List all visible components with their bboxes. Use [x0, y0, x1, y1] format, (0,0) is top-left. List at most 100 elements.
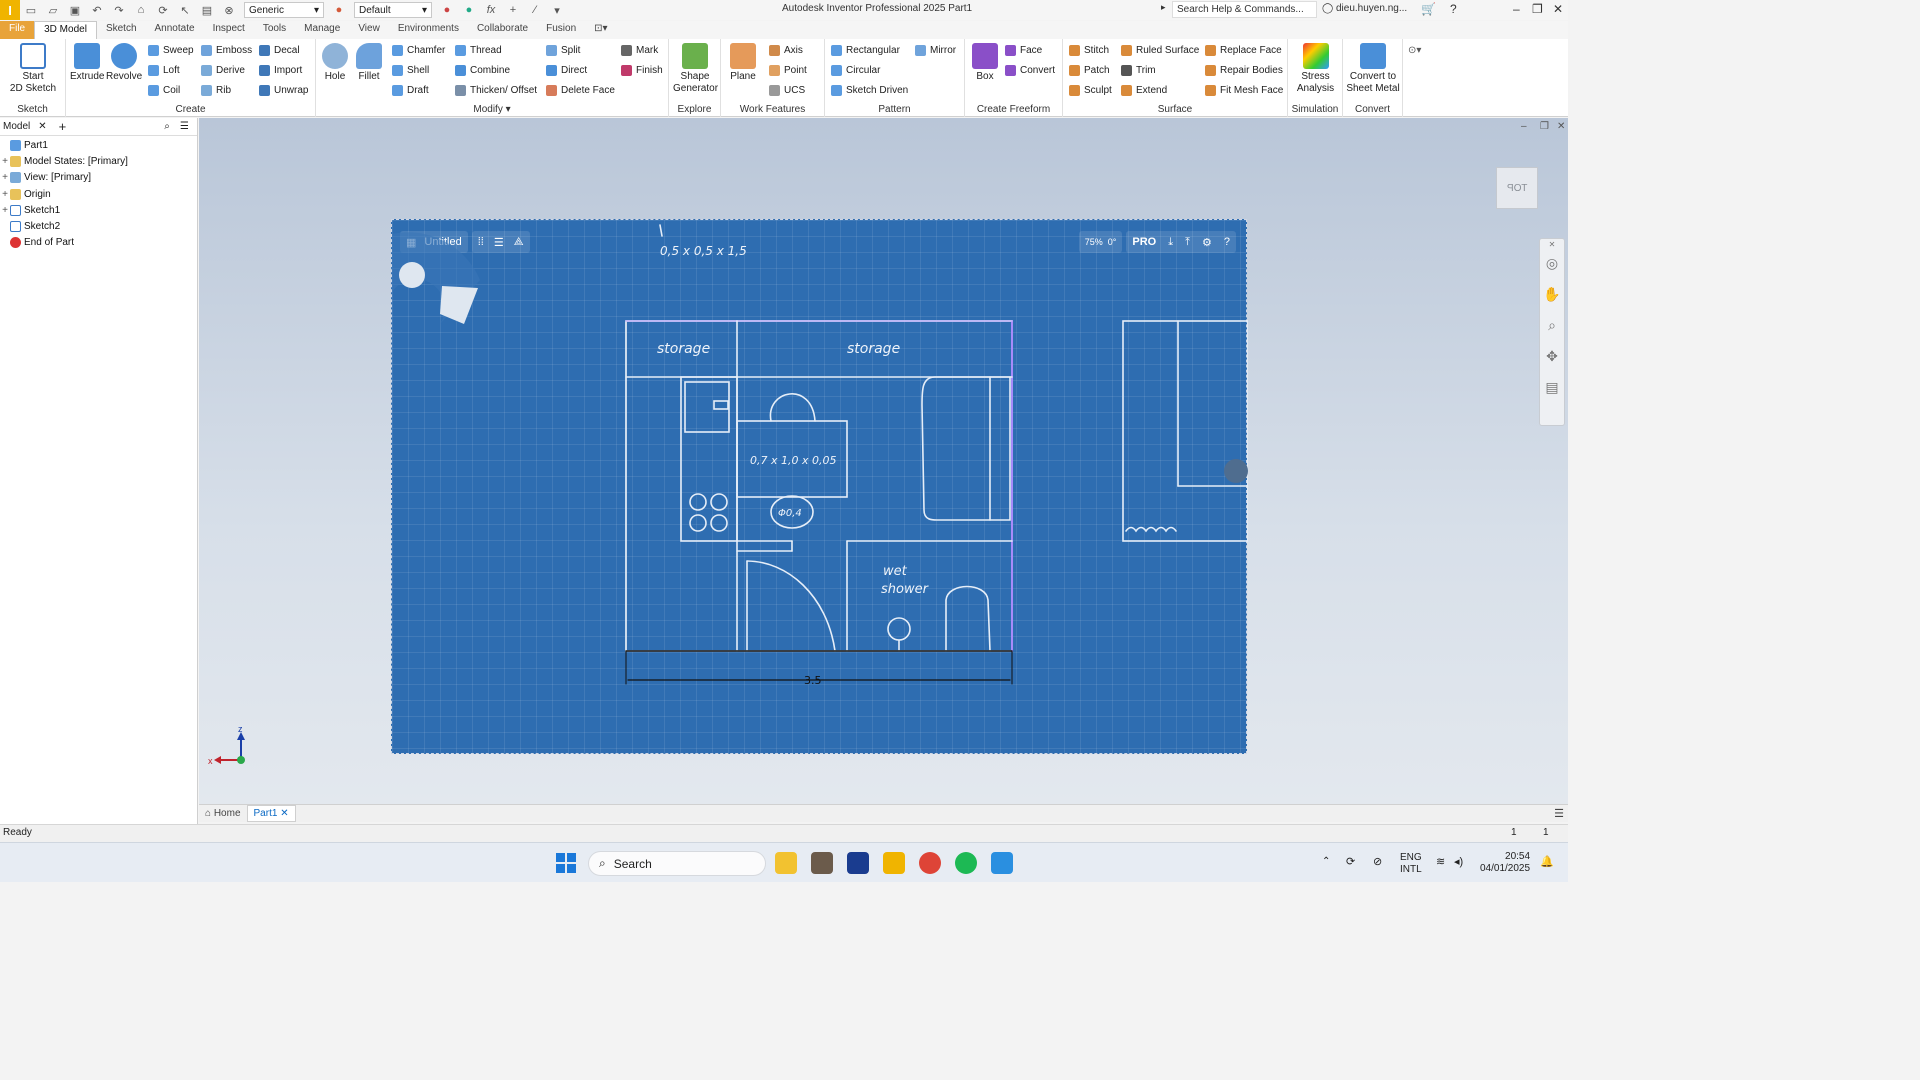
- rectangular-button[interactable]: Rectangular: [831, 45, 900, 56]
- unwrap-button[interactable]: Unwrap: [259, 85, 308, 96]
- parameters-icon[interactable]: fx: [483, 3, 499, 17]
- convert-button[interactable]: Convert: [1005, 65, 1055, 76]
- wifi-icon[interactable]: ≋: [1436, 855, 1445, 868]
- clear-appearance-icon[interactable]: ●: [461, 3, 477, 17]
- minimize-icon[interactable]: –: [1513, 2, 1520, 16]
- help-icon[interactable]: ?: [1450, 2, 1457, 16]
- menu-icon[interactable]: ☰: [1554, 807, 1564, 820]
- tab-home[interactable]: ⌂ Home: [199, 806, 247, 821]
- trim-button[interactable]: Trim: [1121, 65, 1156, 76]
- orbit-icon[interactable]: ✥: [1540, 348, 1564, 365]
- tree-item-origin[interactable]: + Origin: [0, 186, 197, 202]
- direct-button[interactable]: Direct: [546, 65, 587, 76]
- tab-3d-model[interactable]: 3D Model: [34, 21, 97, 39]
- file-explorer-icon[interactable]: [775, 852, 797, 874]
- material-icon[interactable]: ⊗: [221, 3, 237, 17]
- tree-item-view[interactable]: + View: [Primary]: [0, 170, 197, 186]
- close-icon[interactable]: ✕: [1553, 2, 1563, 16]
- adjust-appearance-icon[interactable]: ●: [439, 3, 455, 17]
- volume-icon[interactable]: ◂): [1454, 855, 1463, 868]
- viewport-close-icon[interactable]: ✕: [1557, 121, 1565, 132]
- sync-icon[interactable]: ⟳: [1346, 855, 1355, 868]
- language-indicator[interactable]: ENG INTL: [1400, 852, 1422, 876]
- tab-collaborate[interactable]: Collaborate: [468, 21, 537, 39]
- menu-icon[interactable]: ☰: [180, 121, 189, 132]
- view-face-icon[interactable]: ▤: [1540, 379, 1564, 396]
- expand-icon[interactable]: +: [0, 156, 10, 167]
- shell-button[interactable]: Shell: [392, 65, 429, 76]
- steering-wheel-icon[interactable]: ◎: [1540, 255, 1564, 272]
- tab-file[interactable]: File: [0, 21, 35, 39]
- sweep-button[interactable]: Sweep: [148, 45, 194, 56]
- tab-sketch[interactable]: Sketch: [97, 21, 146, 39]
- save-icon[interactable]: ▣: [67, 3, 83, 17]
- open-folder-icon[interactable]: ▱: [45, 3, 61, 17]
- fit-mesh-face-button[interactable]: Fit Mesh Face: [1205, 85, 1283, 96]
- appearance-icon[interactable]: ●: [331, 3, 347, 17]
- revolve-button[interactable]: Revolve: [106, 43, 142, 83]
- hole-button[interactable]: Hole: [319, 43, 351, 83]
- split-button[interactable]: Split: [546, 45, 580, 56]
- notification-bell-icon[interactable]: 🔔: [1540, 855, 1554, 868]
- tab-tools[interactable]: Tools: [254, 21, 295, 39]
- circular-button[interactable]: Circular: [831, 65, 880, 76]
- mirror-button[interactable]: Mirror: [915, 45, 956, 56]
- viewport-restore-icon[interactable]: ❐: [1540, 121, 1549, 132]
- tool-wheel[interactable]: [392, 232, 480, 324]
- decal-button[interactable]: Decal: [259, 45, 300, 56]
- tab-environments[interactable]: Environments: [389, 21, 468, 39]
- new-file-icon[interactable]: ▭: [23, 3, 39, 17]
- model-tab[interactable]: Model: [3, 121, 30, 132]
- rib-button[interactable]: Rib: [201, 85, 231, 96]
- sculpt-button[interactable]: Sculpt: [1069, 85, 1112, 96]
- restore-icon[interactable]: ❐: [1532, 2, 1543, 16]
- coil-button[interactable]: Coil: [148, 85, 180, 96]
- tab-view[interactable]: View: [349, 21, 389, 39]
- delete-face-button[interactable]: Delete Face: [546, 85, 615, 96]
- replace-face-button[interactable]: Replace Face: [1205, 45, 1282, 56]
- search-icon[interactable]: ⌕: [164, 121, 170, 132]
- material-select[interactable]: Generic ▾: [244, 2, 324, 18]
- axis-button[interactable]: Axis: [769, 45, 803, 56]
- thread-button[interactable]: Thread: [455, 45, 502, 56]
- point-button[interactable]: Point: [769, 65, 807, 76]
- measure-icon[interactable]: ▤: [199, 3, 215, 17]
- ruled-surface-button[interactable]: Ruled Surface: [1121, 45, 1199, 56]
- home-icon[interactable]: ⌂: [133, 3, 149, 17]
- sketch-driven-button[interactable]: Sketch Driven: [831, 85, 908, 96]
- clock[interactable]: 20:54 04/01/2025: [1480, 851, 1530, 875]
- shape-generator-button[interactable]: Shape Generator: [673, 43, 718, 95]
- blueprint-image[interactable]: ▦Untitled ⁞⁞ ☰ ⟁ 75% 0° PRO ⤓ ⤒ ⚙ ?: [391, 219, 1248, 754]
- edit-pencil-icon[interactable]: [1224, 459, 1248, 483]
- plus-icon[interactable]: +: [505, 3, 521, 17]
- extrude-button[interactable]: Extrude: [70, 43, 104, 83]
- draft-button[interactable]: Draft: [392, 85, 429, 96]
- finish-button[interactable]: Finish: [621, 65, 663, 76]
- patch-button[interactable]: Patch: [1069, 65, 1110, 76]
- tree-item-model-states[interactable]: + Model States: [Primary]: [0, 153, 197, 169]
- graphics-viewport[interactable]: – ❐ ✕ ▦Untitled ⁞⁞ ☰ ⟁ 75% 0° PRO ⤓ ⤒ ⚙ …: [199, 118, 1568, 804]
- tree-item-sketch2[interactable]: Sketch2: [0, 218, 197, 234]
- app-icon[interactable]: [811, 852, 833, 874]
- appearance-select[interactable]: Default ▾: [354, 2, 432, 18]
- start-2d-sketch-button[interactable]: Start 2D Sketch: [8, 43, 58, 95]
- convert-to-sheet-metal-button[interactable]: Convert to Sheet Metal: [1345, 43, 1401, 95]
- ucs-button[interactable]: UCS: [769, 85, 805, 96]
- search-help-input[interactable]: Search Help & Commands...: [1172, 1, 1317, 18]
- tree-item-sketch1[interactable]: + Sketch1: [0, 202, 197, 218]
- close-icon[interactable]: ✕: [38, 121, 46, 132]
- tree-item-part1[interactable]: Part1: [0, 137, 197, 153]
- expand-icon[interactable]: +: [0, 189, 10, 200]
- windows-start-icon[interactable]: [556, 853, 576, 873]
- customize-icon[interactable]: ▾: [549, 3, 565, 17]
- face-button[interactable]: Face: [1005, 45, 1042, 56]
- import-button[interactable]: Import: [259, 65, 302, 76]
- undo-icon[interactable]: ↶: [89, 3, 105, 17]
- tree-item-end-of-part[interactable]: End of Part: [0, 235, 197, 251]
- tab-annotate[interactable]: Annotate: [146, 21, 204, 39]
- close-icon[interactable]: ✕: [280, 808, 288, 819]
- tab-options-icon[interactable]: ⊡▾: [585, 21, 616, 39]
- cart-icon[interactable]: 🛒: [1421, 2, 1436, 16]
- box-button[interactable]: Box: [969, 43, 1001, 83]
- tab-part1[interactable]: Part1 ✕: [246, 805, 296, 822]
